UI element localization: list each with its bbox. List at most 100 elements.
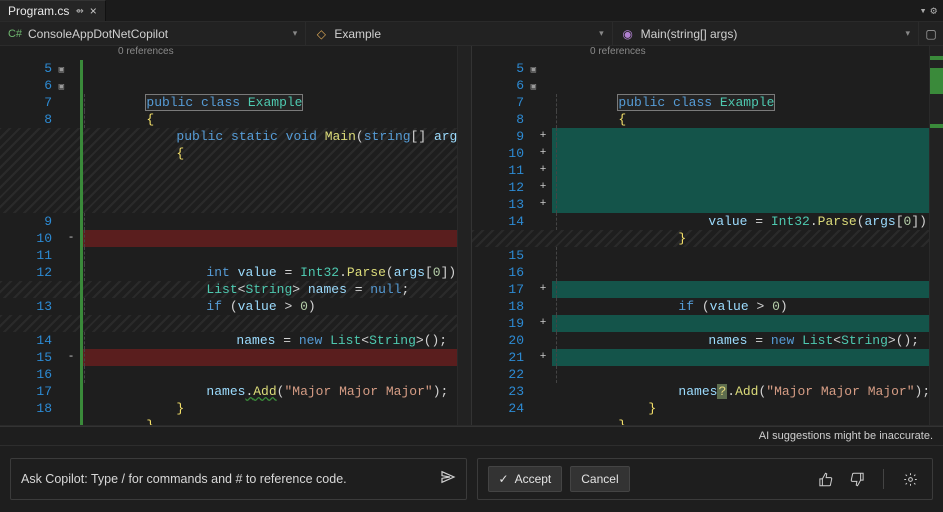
diff-right-pane[interactable]: 0 references 5▣ public class Example 6▣ … [472, 46, 943, 425]
diff-left-pane[interactable]: 0 references 5▣ public class Example 6▣ … [0, 46, 472, 425]
diff-marker [534, 94, 552, 111]
code-line[interactable]: 5▣ public class Example [0, 60, 471, 77]
line-number[interactable]: 12 [472, 179, 534, 196]
accept-button[interactable]: ✓ Accept [488, 466, 563, 492]
line-number[interactable]: 17 [472, 281, 534, 298]
line-number[interactable]: 15 [472, 247, 534, 264]
nav-method[interactable]: ◉ Main(string[] args) ▾ [613, 22, 919, 45]
line-number[interactable]: 11 [0, 247, 62, 264]
line-number[interactable]: 14 [0, 332, 62, 349]
tab-gear-icon[interactable]: ⚙ [930, 4, 937, 18]
diff-marker [534, 77, 552, 94]
code-line[interactable]: 14 [472, 213, 943, 230]
line-number[interactable]: 8 [472, 111, 534, 128]
code-line[interactable]: 9 [0, 213, 471, 230]
line-number[interactable]: 8 [0, 111, 62, 128]
code-line[interactable]: 10 - int value = Int32.Parse(args[0]); [0, 230, 471, 247]
line-number[interactable]: 6▣ [0, 77, 62, 94]
nav-class[interactable]: ◇ Example ▾ [306, 22, 612, 45]
tab-program-cs[interactable]: Program.cs ⇴ × [0, 0, 106, 21]
chevron-down-icon: ▾ [599, 28, 604, 39]
cancel-button[interactable]: Cancel [570, 466, 629, 492]
line-number[interactable]: 7 [472, 94, 534, 111]
thumbs-down-icon[interactable] [845, 467, 869, 491]
code-line[interactable]: 11 List<String> names = null; [0, 247, 471, 264]
code-line[interactable]: 15 List<String> names = null; [472, 247, 943, 264]
scroll-ruler[interactable] [457, 46, 471, 425]
thumbs-up-icon[interactable] [813, 467, 837, 491]
code-line[interactable]: 6▣ { [0, 77, 471, 94]
line-number[interactable]: 11 [472, 162, 534, 179]
code-line[interactable]: 12 + value = Int32.Parse(args[0]); [472, 179, 943, 196]
gear-icon[interactable] [898, 467, 922, 491]
line-number[interactable]: 19 [472, 315, 534, 332]
line-number[interactable]: 5▣ [472, 60, 534, 77]
line-number[interactable]: 18 [472, 298, 534, 315]
code-line[interactable]: 17 + { [472, 281, 943, 298]
diff-gap [472, 230, 943, 247]
nav-split-icon[interactable]: ▢ [919, 22, 943, 45]
close-icon[interactable]: × [90, 4, 97, 18]
code-line[interactable]: 19 + } [472, 315, 943, 332]
line-number[interactable]: 16 [0, 366, 62, 383]
line-number[interactable]: 14 [472, 213, 534, 230]
diff-marker [534, 366, 552, 383]
line-number[interactable]: 24 [472, 400, 534, 417]
code-line[interactable]: 11 + { [472, 162, 943, 179]
line-number[interactable]: 18 [0, 400, 62, 417]
code-line[interactable]: 15 - names.Add("Major Major Major"); [0, 349, 471, 366]
line-number[interactable]: 12 [0, 264, 62, 281]
code-line[interactable]: 8 { [472, 111, 943, 128]
line-number[interactable]: 16 [472, 264, 534, 281]
code-line[interactable]: 20 [472, 332, 943, 349]
line-number[interactable]: 9 [0, 213, 62, 230]
code-line[interactable]: 13 + } [472, 196, 943, 213]
code-line[interactable]: 14 [0, 332, 471, 349]
code-line[interactable]: 23 } [472, 383, 943, 400]
line-number[interactable]: 7 [0, 94, 62, 111]
code-line[interactable]: 10 + if (args.Length > 0) [472, 145, 943, 162]
line-number[interactable]: 13 [472, 196, 534, 213]
code-line[interactable]: 5▣ public class Example [472, 60, 943, 77]
code-line[interactable]: 16 } [0, 366, 471, 383]
code-line[interactable]: 6▣ { [472, 77, 943, 94]
codelens-refs[interactable]: 0 references [0, 46, 471, 60]
diff-marker: + [534, 315, 552, 332]
code-line[interactable]: 18 [0, 400, 471, 417]
code-line[interactable]: 9 + int value = 0; [472, 128, 943, 145]
code-line[interactable]: 13 names = new List<String>(); [0, 298, 471, 315]
line-number[interactable]: 10 [472, 145, 534, 162]
code-line[interactable]: 12 if (value > 0) [0, 264, 471, 281]
line-number[interactable]: 5▣ [0, 60, 62, 77]
accept-label: Accept [515, 472, 552, 486]
line-number[interactable]: 20 [472, 332, 534, 349]
code-line[interactable]: 22 } [472, 366, 943, 383]
line-number[interactable]: 23 [472, 383, 534, 400]
line-number[interactable]: 17 [0, 383, 62, 400]
code-line[interactable]: 24 [472, 400, 943, 417]
code-line[interactable]: 7 public static void Main(string[] args) [472, 94, 943, 111]
line-number[interactable]: 22 [472, 366, 534, 383]
line-number[interactable]: 21 [472, 349, 534, 366]
scroll-ruler[interactable] [929, 46, 943, 425]
code-line[interactable]: 8 { [0, 111, 471, 128]
code-line[interactable]: 7 public static void Main(string[] args) [0, 94, 471, 111]
diff-marker [534, 332, 552, 349]
line-number[interactable]: 13 [0, 298, 62, 315]
code-line[interactable]: 21 + names?.Add("Major Major Major"); [472, 349, 943, 366]
code-line[interactable]: 18 names = new List<String>(); [472, 298, 943, 315]
copilot-input[interactable]: Ask Copilot: Type / for commands and # t… [10, 458, 467, 500]
codelens-refs[interactable]: 0 references [472, 46, 943, 60]
tab-dropdown-icon[interactable]: ▾ [920, 4, 927, 18]
code-line[interactable]: 16 if (value > 0) [472, 264, 943, 281]
send-icon[interactable] [440, 469, 456, 490]
tab-bar: Program.cs ⇴ × ▾ ⚙ [0, 0, 943, 22]
line-number[interactable]: 10 [0, 230, 62, 247]
pin-icon[interactable]: ⇴ [75, 6, 83, 17]
line-number[interactable]: 6▣ [472, 77, 534, 94]
code-line[interactable]: 17 } [0, 383, 471, 400]
line-number[interactable]: 9 [472, 128, 534, 145]
diff-marker [62, 247, 80, 264]
line-number[interactable]: 15 [0, 349, 62, 366]
nav-project[interactable]: C# ConsoleAppDotNetCopilot ▾ [0, 22, 306, 45]
